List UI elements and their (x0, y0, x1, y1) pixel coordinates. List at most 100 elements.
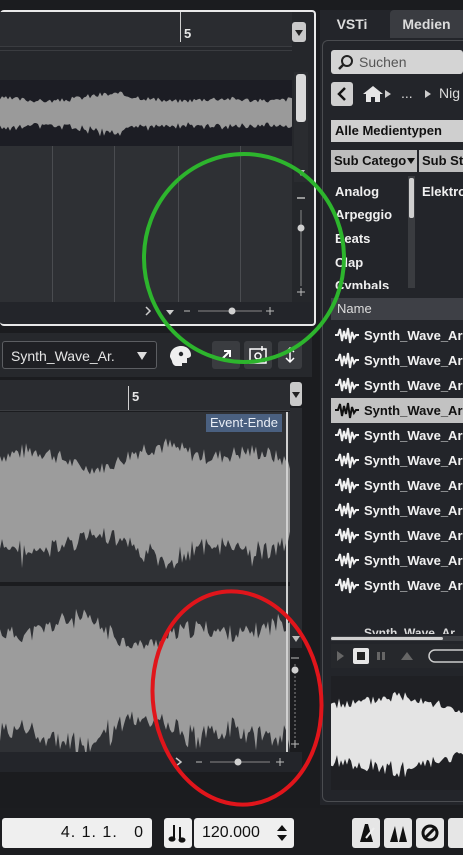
waveform-icon (335, 352, 359, 369)
filter-header-sub-style[interactable]: Sub St (419, 150, 463, 172)
waveform-icon (335, 452, 359, 469)
results-row[interactable]: Synth_Wave_Ar (331, 448, 463, 473)
waveform-icon (335, 577, 359, 594)
tempo-value: 120.000 (202, 824, 260, 841)
tab-medien[interactable]: Medien (390, 10, 463, 38)
waveform-icon (335, 402, 359, 419)
results-row-partial: Synth_Wave_Ar (331, 622, 463, 634)
results-row[interactable]: Synth_Wave_Ar (331, 373, 463, 398)
top-ruler-marker: 5 (184, 26, 192, 41)
results-row-label: Synth_Wave_Ar (364, 528, 463, 543)
filter-header-label: Sub Catego (334, 153, 407, 168)
sample-editor-bottom-bar (0, 752, 302, 772)
results-row[interactable]: Synth_Wave_Ar (331, 348, 463, 373)
waveform-icon (335, 502, 359, 519)
top-bottom-bar (0, 302, 312, 320)
top-vertical-zoom-slider[interactable] (294, 190, 308, 300)
category-item[interactable]: Cymbals (335, 278, 389, 289)
expand-icon[interactable] (278, 341, 302, 369)
transport-extra-button[interactable] (448, 818, 463, 848)
search-input[interactable]: Suchen (331, 50, 463, 74)
chevron-left-icon[interactable] (331, 82, 353, 106)
category-item[interactable]: Analog (335, 184, 379, 199)
sample-editor-vertical-scrollbar[interactable] (290, 408, 302, 648)
divider (0, 50, 292, 51)
top-audio-event[interactable] (0, 80, 292, 146)
results-row[interactable]: Synth_Wave_Ar (331, 323, 463, 348)
event-end-marker[interactable]: Event-Ende (206, 414, 282, 432)
click-icon[interactable] (384, 818, 412, 848)
results-horizontal-scrollbar[interactable] (331, 636, 463, 641)
results-row-label: Synth_Wave_Ar (364, 578, 463, 593)
waveform-channel-left[interactable] (0, 412, 290, 582)
scroll-down-icon[interactable] (296, 166, 306, 180)
head-icon[interactable] (166, 343, 194, 369)
results-row-label: Synth_Wave_Ar (364, 478, 463, 493)
chevron-down-icon (295, 30, 303, 36)
results-row[interactable]: Synth_Wave_Ar (331, 573, 463, 598)
search-placeholder: Suchen (359, 54, 407, 70)
results-row[interactable]: Synth_Wave_Ar (331, 423, 463, 448)
chevron-down-icon (407, 158, 415, 164)
top-scroll-thumb[interactable] (296, 74, 306, 122)
results-row[interactable]: Synth_Wave_Ar (331, 398, 463, 423)
results-row-label: Synth_Wave_Ar (364, 353, 463, 368)
jump-icon[interactable] (212, 341, 240, 369)
tab-vsti[interactable]: VSTi (328, 10, 376, 38)
home-icon[interactable] (361, 84, 385, 104)
filter-header-sub-category[interactable]: Sub Catego (331, 150, 417, 172)
results-row-label: Synth_Wave_Ar (364, 553, 463, 568)
results-row-label: Synth_Wave_Ar (364, 403, 463, 418)
chevron-right-icon (385, 90, 391, 98)
chevron-down-icon (137, 352, 147, 360)
waveform-channel-right[interactable] (0, 586, 290, 770)
chevron-right-icon (425, 90, 431, 98)
top-empty-track-area[interactable] (0, 146, 292, 302)
audio-file-select-value: Synth_Wave_Ar. (11, 348, 115, 364)
audio-file-select[interactable]: Synth_Wave_Ar. (2, 341, 157, 369)
category-item[interactable]: Clap (335, 255, 363, 270)
waveform-icon (335, 552, 359, 569)
stepper-icon (277, 825, 287, 841)
waveform-icon (335, 527, 359, 544)
results-column-name[interactable]: Name (331, 298, 463, 320)
results-row-label: Synth_Wave_Ar (364, 453, 463, 468)
tempo-note-icon[interactable] (164, 818, 192, 848)
category-item[interactable]: Beats (335, 231, 370, 246)
waveform-icon (335, 477, 359, 494)
media-type-select[interactable]: Alle Medientypen (331, 120, 463, 142)
sync-icon[interactable] (416, 818, 444, 848)
sample-editor-ruler[interactable]: 5 (0, 380, 290, 411)
sample-editor-vertical-zoom[interactable] (288, 652, 302, 752)
tempo-field[interactable]: 120.000 (194, 818, 294, 848)
results-row[interactable]: Synth_Wave_Ar (331, 523, 463, 548)
style-item[interactable]: Elektro (422, 184, 463, 199)
results-row-label: Synth_Wave_Ar (364, 626, 455, 634)
breadcrumb-ellipsis[interactable]: ... (401, 85, 413, 101)
preview-controls (331, 644, 463, 668)
position-display[interactable]: 4. 1. 1. 0 (2, 818, 152, 848)
results-row[interactable]: Synth_Wave_Ar (331, 473, 463, 498)
waveform-icon (335, 377, 359, 394)
settings-icon[interactable] (244, 341, 272, 369)
sample-ruler-menu-button[interactable] (290, 382, 302, 406)
results-row-label: Synth_Wave_Ar (364, 503, 463, 518)
category-item[interactable]: Arpeggio (335, 207, 392, 222)
breadcrumb: ... Nig (331, 82, 463, 106)
sample-editor-ruler-marker: 5 (132, 389, 140, 404)
waveform-icon (335, 327, 359, 344)
results-row-label: Synth_Wave_Ar (364, 328, 463, 343)
preview-waveform[interactable] (331, 676, 463, 790)
category-scrollbar[interactable] (408, 176, 415, 288)
media-type-select-value: Alle Medientypen (335, 123, 442, 138)
search-icon (338, 55, 353, 70)
results-row-label: Synth_Wave_Ar (364, 378, 463, 393)
breadcrumb-item[interactable]: Nig (439, 85, 460, 101)
results-row-label: Synth_Wave_Ar (364, 428, 463, 443)
results-row[interactable]: Synth_Wave_Ar (331, 498, 463, 523)
top-ruler-menu-button[interactable] (292, 22, 306, 42)
top-ruler[interactable]: 5 (0, 12, 292, 47)
waveform-icon (335, 427, 359, 444)
results-row[interactable]: Synth_Wave_Ar (331, 548, 463, 573)
metronome-icon[interactable] (352, 818, 380, 848)
